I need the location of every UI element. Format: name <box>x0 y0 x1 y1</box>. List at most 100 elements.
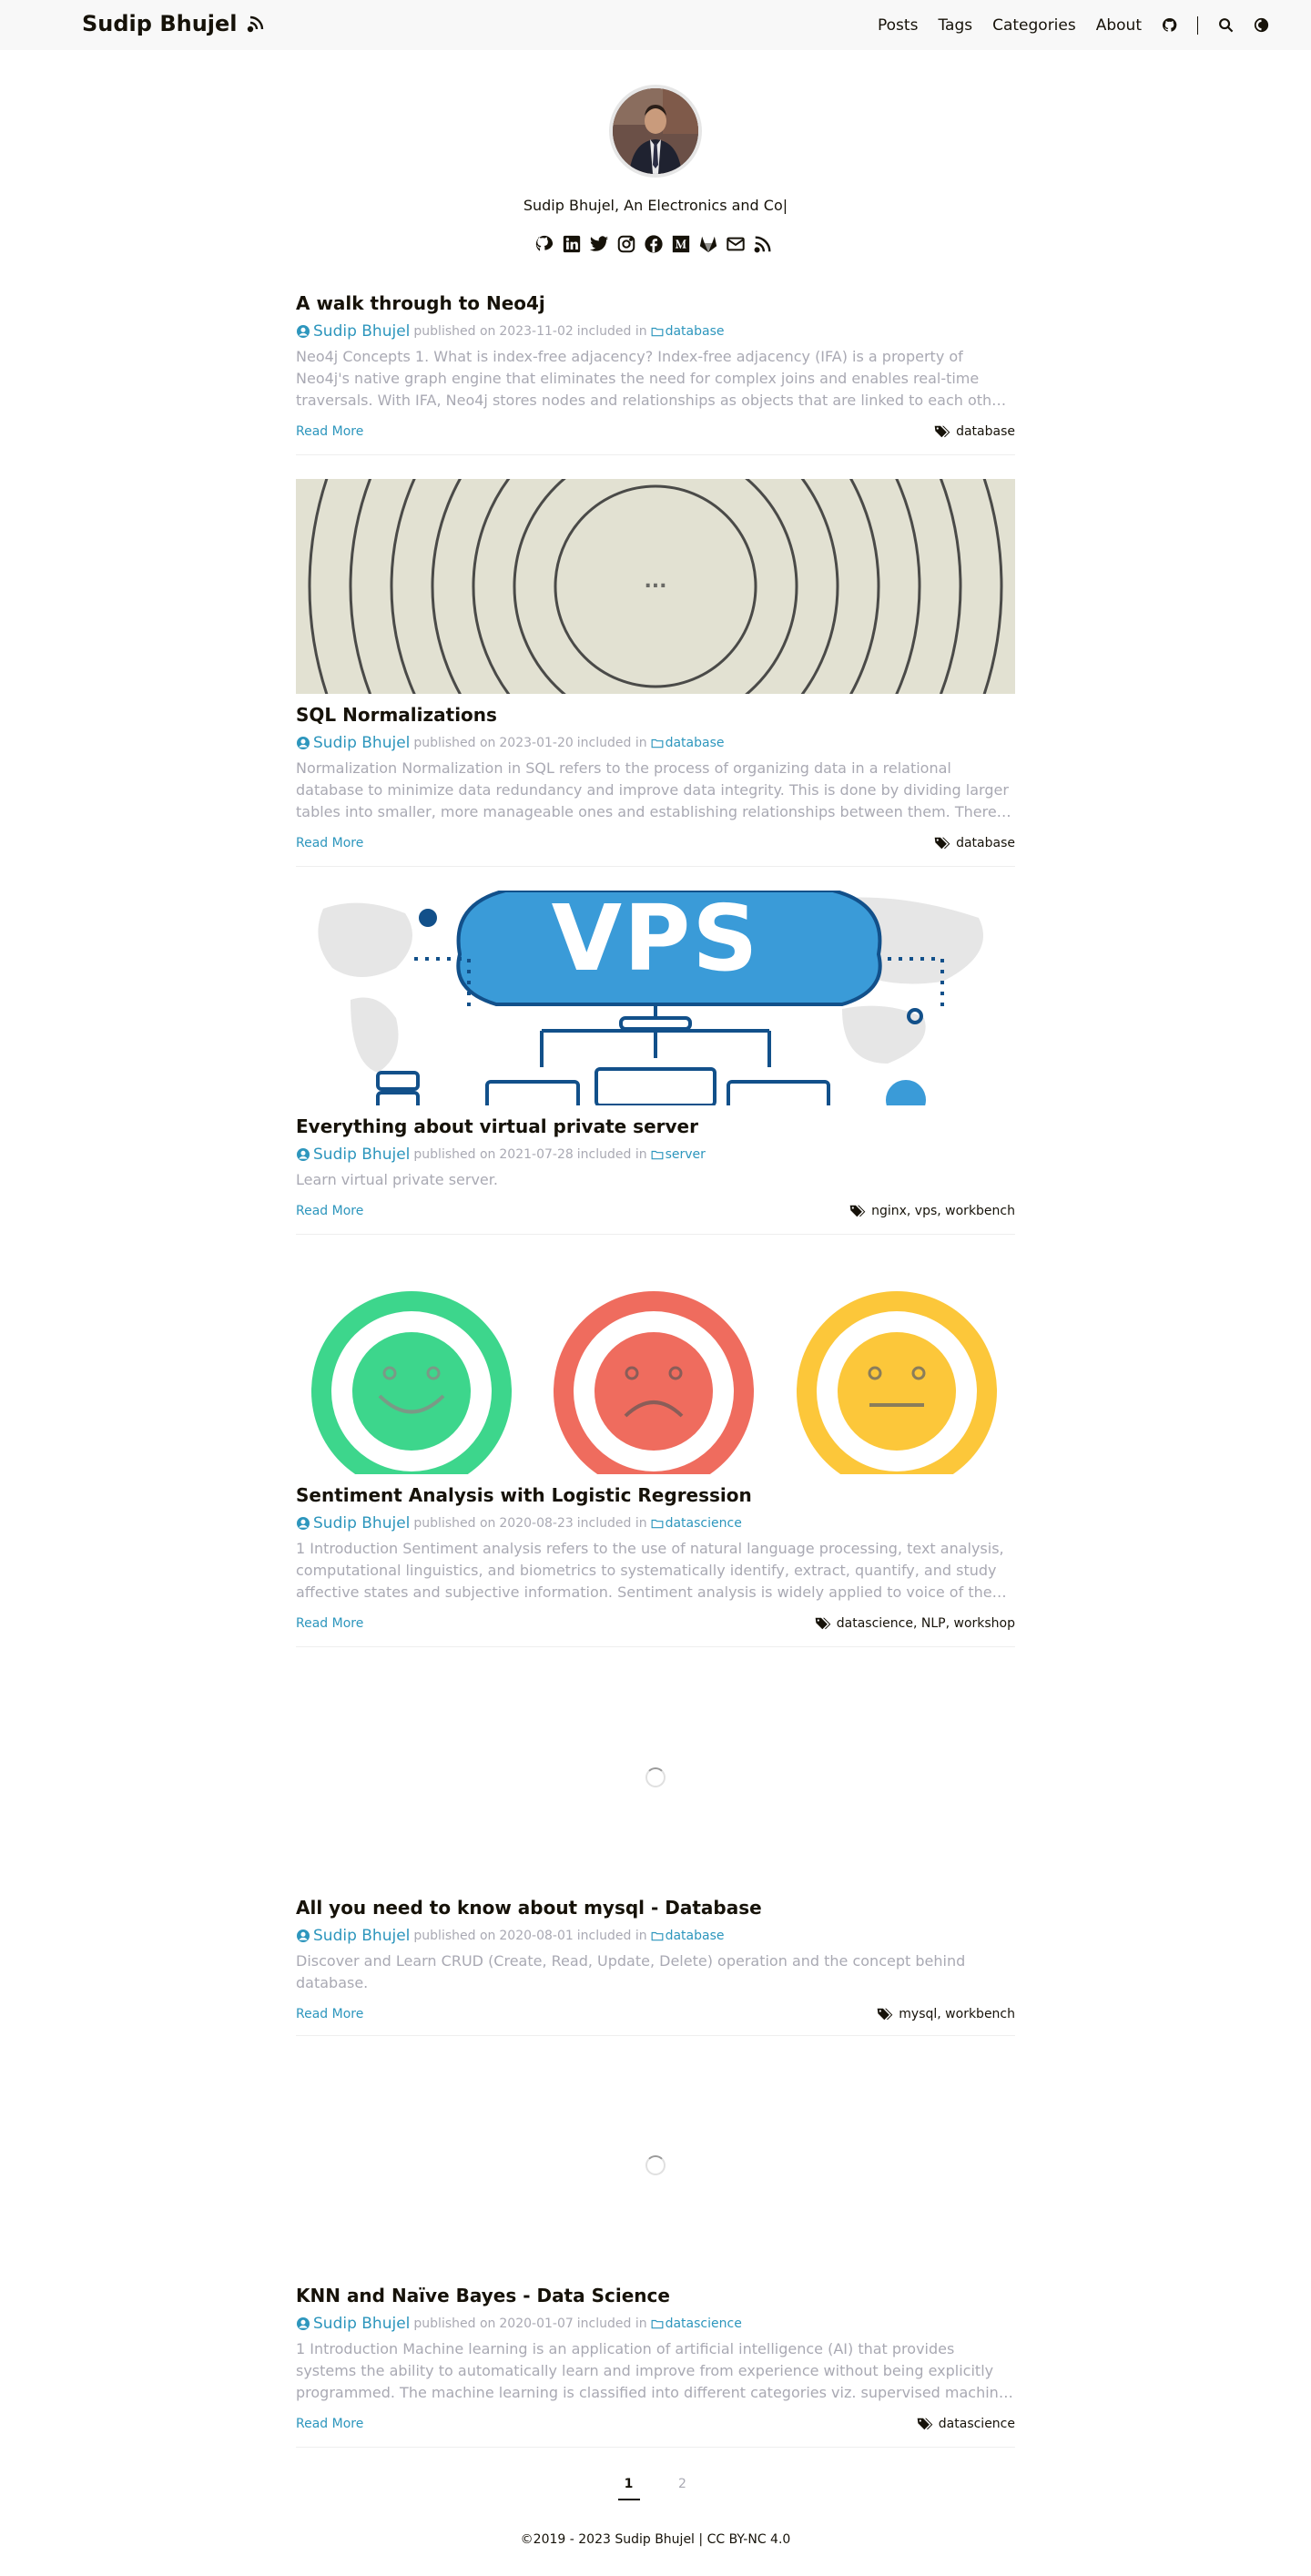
tag-list[interactable]: nginx, vps, workbench <box>871 1204 1015 1218</box>
category-name[interactable]: database <box>666 736 725 750</box>
author-name[interactable]: Sudip Bhujel <box>313 734 410 752</box>
search-icon[interactable] <box>1218 17 1234 33</box>
post-category[interactable]: database <box>651 324 725 339</box>
post-summary: Learn virtual private server. <box>296 1171 498 1188</box>
category-name[interactable]: database <box>666 324 725 339</box>
post-tags: database <box>934 836 1015 850</box>
post-author[interactable]: Sudip Bhujel <box>296 1145 410 1164</box>
post-cover-image[interactable] <box>296 2060 1015 2275</box>
post-date: 2023-01-20 <box>499 736 574 750</box>
tag-list[interactable]: datascience <box>939 2417 1015 2431</box>
published-label: published on <box>413 1929 496 1943</box>
twitter-icon[interactable] <box>588 233 610 255</box>
facebook-icon[interactable] <box>643 233 665 255</box>
read-more-link[interactable]: Read More <box>296 1204 363 1218</box>
post-title[interactable]: Everything about virtual private server <box>296 1115 1015 1138</box>
read-more-link[interactable]: Read More <box>296 1616 363 1631</box>
tag-list[interactable]: mysql, workbench <box>899 2007 1015 2021</box>
site-subtitle: Sudip Bhujel, An Electronics and Co| <box>523 197 788 214</box>
post-summary: Neo4j Concepts 1. What is index-free adj… <box>296 348 1007 409</box>
read-more-link[interactable]: Read More <box>296 836 363 850</box>
post-meta: Sudip Bhujel published on 2023-11-02 inc… <box>296 322 1015 341</box>
post-author[interactable]: Sudip Bhujel <box>296 1927 410 1945</box>
read-more-link[interactable]: Read More <box>296 2417 363 2431</box>
author-name[interactable]: Sudip Bhujel <box>313 2315 410 2333</box>
site-header: Sudip Bhujel Posts Tags Categories About <box>0 0 1311 50</box>
post-meta: Sudip Bhujel published on 2020-08-01 inc… <box>296 1927 1015 1945</box>
post-author[interactable]: Sudip Bhujel <box>296 1514 410 1532</box>
avatar[interactable] <box>609 85 702 178</box>
post-title[interactable]: SQL Normalizations <box>296 703 1015 727</box>
post-category[interactable]: database <box>651 736 725 750</box>
user-circle-icon <box>297 1929 310 1942</box>
post-author[interactable]: Sudip Bhujel <box>296 322 410 341</box>
published-label: published on <box>413 736 496 750</box>
social-links <box>534 233 774 255</box>
post-title[interactable]: KNN and Naïve Bayes - Data Science <box>296 2284 1015 2307</box>
page-1[interactable]: 1 <box>617 2477 640 2500</box>
nav-tags[interactable]: Tags <box>938 16 972 35</box>
tags-icon <box>849 1205 866 1217</box>
post-card: ... SQL Normalizations Sudip Bhujel publ… <box>296 479 1015 867</box>
theme-toggle-icon[interactable] <box>1254 17 1269 33</box>
gitlab-icon[interactable] <box>697 233 719 255</box>
published-label: published on <box>413 1516 496 1531</box>
post-summary: 1 Introduction Sentiment analysis refers… <box>296 1540 1007 1601</box>
read-more-link[interactable]: Read More <box>296 424 363 439</box>
included-label: included in <box>576 736 647 750</box>
linkedin-icon[interactable] <box>561 233 583 255</box>
post-cover-image[interactable] <box>296 1672 1015 1887</box>
tag-list[interactable]: datascience, NLP, workshop <box>837 1616 1015 1631</box>
instagram-icon[interactable] <box>615 233 637 255</box>
post-cover-image[interactable]: ... <box>296 479 1015 694</box>
included-label: included in <box>576 2316 647 2331</box>
category-name[interactable]: datascience <box>666 1516 742 1531</box>
tags-icon <box>917 2418 933 2430</box>
post-tags: datascience <box>917 2417 1015 2431</box>
site-brand[interactable]: Sudip Bhujel <box>82 11 238 36</box>
post-title[interactable]: A walk through to Neo4j <box>296 291 1015 315</box>
post-category[interactable]: datascience <box>651 2316 742 2331</box>
tag-list[interactable]: database <box>956 836 1015 850</box>
author-name[interactable]: Sudip Bhujel <box>313 322 410 341</box>
rss-icon[interactable] <box>752 233 774 255</box>
post-category[interactable]: datascience <box>651 1516 742 1531</box>
signal-icon <box>247 15 263 33</box>
post-card: KNN and Naïve Bayes - Data Science Sudip… <box>296 2060 1015 2448</box>
post-date: 2023-11-02 <box>499 324 574 339</box>
github-icon[interactable] <box>1162 17 1177 33</box>
author-name[interactable]: Sudip Bhujel <box>313 1145 410 1164</box>
tag-list[interactable]: database <box>956 424 1015 439</box>
site-brand-link[interactable]: Sudip Bhujel <box>82 11 267 36</box>
post-author[interactable]: Sudip Bhujel <box>296 734 410 752</box>
main-menu: Posts Tags Categories About <box>858 0 1269 50</box>
post-cover-image[interactable]: VPS <box>296 891 1015 1105</box>
email-icon[interactable] <box>725 233 747 255</box>
nav-posts[interactable]: Posts <box>878 16 918 35</box>
nav-about[interactable]: About <box>1096 16 1142 35</box>
user-circle-icon <box>297 1148 310 1161</box>
nav-categories[interactable]: Categories <box>992 16 1076 35</box>
medium-icon[interactable] <box>670 233 692 255</box>
post-category[interactable]: server <box>651 1147 706 1162</box>
post-title[interactable]: All you need to know about mysql - Datab… <box>296 1896 1015 1919</box>
category-name[interactable]: datascience <box>666 2316 742 2331</box>
category-name[interactable]: server <box>666 1147 706 1162</box>
post-card: All you need to know about mysql - Datab… <box>296 1672 1015 2036</box>
folder-icon <box>651 1931 664 1941</box>
user-circle-icon <box>297 737 310 749</box>
read-more-link[interactable]: Read More <box>296 2007 363 2021</box>
page-2[interactable]: 2 <box>672 2477 694 2500</box>
author-name[interactable]: Sudip Bhujel <box>313 1927 410 1945</box>
author-name[interactable]: Sudip Bhujel <box>313 1514 410 1532</box>
post-category[interactable]: database <box>651 1929 725 1943</box>
post-cover-image[interactable] <box>296 1259 1015 1474</box>
github-icon[interactable] <box>534 233 555 255</box>
post-tags: nginx, vps, workbench <box>849 1204 1015 1218</box>
cover-caption: VPS <box>551 891 760 992</box>
post-author[interactable]: Sudip Bhujel <box>296 2315 410 2333</box>
post-footer: Read More mysql, workbench <box>296 2001 1015 2027</box>
post-summary: Discover and Learn CRUD (Create, Read, U… <box>296 1952 966 1991</box>
category-name[interactable]: database <box>666 1929 725 1943</box>
post-title[interactable]: Sentiment Analysis with Logistic Regress… <box>296 1483 1015 1507</box>
